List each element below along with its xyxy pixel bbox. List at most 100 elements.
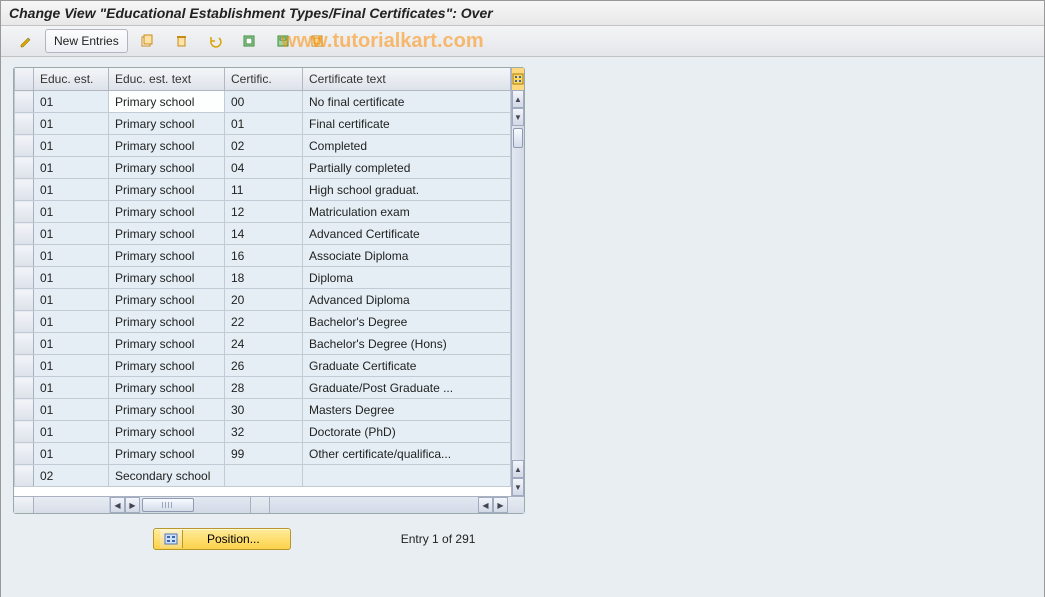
cell-certific[interactable]: 24	[225, 333, 303, 355]
cell-educ-est-text[interactable]: Primary school	[109, 223, 225, 245]
cell-certific[interactable]: 30	[225, 399, 303, 421]
cell-certific[interactable]: 18	[225, 267, 303, 289]
cell-cert-text[interactable]: Doctorate (PhD)	[303, 421, 511, 443]
cell-certific[interactable]: 02	[225, 135, 303, 157]
cell-educ-est[interactable]: 01	[34, 135, 109, 157]
copy-as-button[interactable]	[132, 29, 162, 53]
cell-educ-est[interactable]: 01	[34, 289, 109, 311]
row-selector[interactable]	[15, 289, 34, 311]
cell-certific[interactable]: 11	[225, 179, 303, 201]
cell-educ-est-text[interactable]: Primary school	[109, 201, 225, 223]
cell-cert-text[interactable]: Partially completed	[303, 157, 511, 179]
row-selector[interactable]	[15, 267, 34, 289]
row-selector[interactable]	[15, 377, 34, 399]
row-selector[interactable]	[15, 113, 34, 135]
cell-educ-est[interactable]: 01	[34, 443, 109, 465]
scroll-thumb[interactable]	[513, 128, 523, 148]
position-button[interactable]: Position...	[153, 528, 291, 550]
cell-educ-est-text[interactable]: Primary school	[109, 421, 225, 443]
cell-educ-est-text[interactable]: Primary school	[109, 311, 225, 333]
cell-cert-text[interactable]: Graduate Certificate	[303, 355, 511, 377]
cell-cert-text[interactable]: No final certificate	[303, 91, 511, 113]
row-selector[interactable]	[15, 91, 34, 113]
col-header-cert-text[interactable]: Certificate text	[303, 68, 511, 91]
cell-educ-est-text[interactable]: Primary school	[109, 443, 225, 465]
cell-cert-text[interactable]: Bachelor's Degree (Hons)	[303, 333, 511, 355]
cell-cert-text[interactable]: High school graduat.	[303, 179, 511, 201]
scroll-page-down-button[interactable]: ▲	[512, 460, 524, 478]
cell-educ-est-text[interactable]: Primary school	[109, 113, 225, 135]
cell-educ-est[interactable]: 01	[34, 355, 109, 377]
select-block-button[interactable]	[268, 29, 298, 53]
hscroll-right-main[interactable]: ▶	[493, 497, 508, 513]
cell-cert-text[interactable]: Other certificate/qualifica...	[303, 443, 511, 465]
hscroll-left-fixed[interactable]: ◀	[110, 497, 125, 513]
cell-cert-text[interactable]: Diploma	[303, 267, 511, 289]
hscroll-track-fixed[interactable]	[140, 497, 250, 513]
row-selector[interactable]	[15, 245, 34, 267]
row-selector[interactable]	[15, 223, 34, 245]
new-entries-button[interactable]: New Entries	[45, 29, 128, 53]
cell-certific[interactable]: 20	[225, 289, 303, 311]
hscroll-left-main[interactable]: ◀	[478, 497, 493, 513]
row-selector[interactable]	[15, 465, 34, 487]
cell-educ-est[interactable]: 01	[34, 245, 109, 267]
cell-certific[interactable]: 26	[225, 355, 303, 377]
cell-cert-text[interactable]	[303, 465, 511, 487]
row-selector[interactable]	[15, 399, 34, 421]
cell-cert-text[interactable]: Graduate/Post Graduate ...	[303, 377, 511, 399]
scroll-page-up-button[interactable]: ▼	[512, 108, 524, 126]
row-selector[interactable]	[15, 421, 34, 443]
row-selector[interactable]	[15, 179, 34, 201]
col-header-educ-est[interactable]: Educ. est.	[34, 68, 109, 91]
delete-button[interactable]	[166, 29, 196, 53]
cell-educ-est[interactable]: 01	[34, 421, 109, 443]
row-selector[interactable]	[15, 355, 34, 377]
select-all-button[interactable]	[234, 29, 264, 53]
cell-certific[interactable]: 01	[225, 113, 303, 135]
table-settings-button[interactable]	[512, 68, 524, 91]
cell-educ-est-text[interactable]: Primary school	[109, 355, 225, 377]
row-selector[interactable]	[15, 157, 34, 179]
cell-cert-text[interactable]: Advanced Diploma	[303, 289, 511, 311]
cell-educ-est-text[interactable]: Primary school	[109, 179, 225, 201]
col-header-certific[interactable]: Certific.	[225, 68, 303, 91]
row-selector[interactable]	[15, 443, 34, 465]
cell-certific[interactable]: 00	[225, 91, 303, 113]
hscroll-thumb-fixed[interactable]	[142, 498, 194, 512]
cell-educ-est[interactable]: 01	[34, 333, 109, 355]
scroll-down-button[interactable]: ▼	[512, 478, 524, 496]
cell-certific[interactable]: 99	[225, 443, 303, 465]
row-selector[interactable]	[15, 333, 34, 355]
cell-educ-est[interactable]: 02	[34, 465, 109, 487]
cell-educ-est[interactable]: 01	[34, 91, 109, 113]
cell-cert-text[interactable]: Completed	[303, 135, 511, 157]
cell-educ-est-text[interactable]: Primary school	[109, 135, 225, 157]
cell-educ-est-text[interactable]: Primary school	[109, 377, 225, 399]
toggle-display-button[interactable]	[11, 29, 41, 53]
cell-certific[interactable]: 22	[225, 311, 303, 333]
cell-certific[interactable]: 14	[225, 223, 303, 245]
row-selector[interactable]	[15, 311, 34, 333]
cell-educ-est[interactable]: 01	[34, 223, 109, 245]
cell-educ-est[interactable]: 01	[34, 179, 109, 201]
cell-educ-est-text[interactable]: Primary school	[109, 333, 225, 355]
cell-educ-est[interactable]: 01	[34, 267, 109, 289]
cell-certific[interactable]: 28	[225, 377, 303, 399]
cell-certific[interactable]: 04	[225, 157, 303, 179]
hscroll-right-fixed[interactable]: ▶	[125, 497, 140, 513]
cell-cert-text[interactable]: Bachelor's Degree	[303, 311, 511, 333]
cell-educ-est-text[interactable]: Primary school	[109, 289, 225, 311]
cell-certific[interactable]: 16	[225, 245, 303, 267]
cell-certific[interactable]: 12	[225, 201, 303, 223]
scroll-track[interactable]	[512, 126, 524, 460]
cell-educ-est[interactable]: 01	[34, 311, 109, 333]
cell-cert-text[interactable]: Advanced Certificate	[303, 223, 511, 245]
cell-educ-est-text[interactable]: Primary school	[109, 267, 225, 289]
data-grid[interactable]: Educ. est. Educ. est. text Certific. Cer…	[14, 68, 511, 487]
cell-certific[interactable]	[225, 465, 303, 487]
col-header-educ-est-text[interactable]: Educ. est. text	[109, 68, 225, 91]
cell-certific[interactable]: 32	[225, 421, 303, 443]
cell-educ-est-text[interactable]: Primary school	[109, 91, 225, 113]
cell-educ-est-text[interactable]: Secondary school	[109, 465, 225, 487]
